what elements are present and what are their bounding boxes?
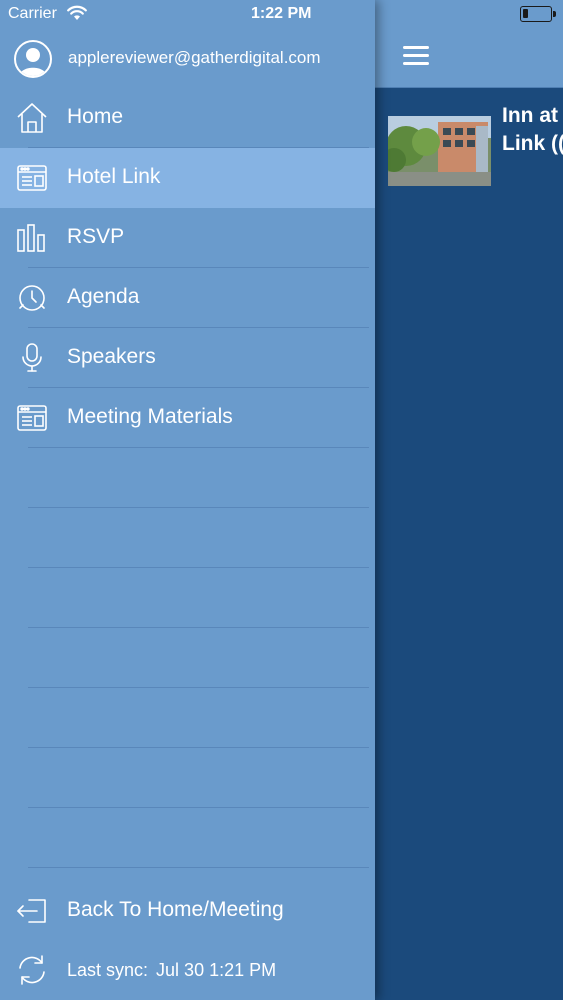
empty-row bbox=[0, 448, 375, 508]
empty-row bbox=[0, 748, 375, 808]
back-to-home-label: Back To Home/Meeting bbox=[67, 898, 284, 921]
browser-window-icon bbox=[15, 162, 49, 194]
back-to-home-button[interactable]: Back To Home/Meeting bbox=[0, 882, 375, 940]
empty-row bbox=[0, 808, 375, 868]
empty-row bbox=[0, 688, 375, 748]
sync-icon bbox=[15, 953, 49, 987]
nav-label-speakers: Speakers bbox=[67, 345, 156, 368]
empty-row bbox=[0, 508, 375, 568]
hotel-thumbnail bbox=[388, 116, 491, 186]
alarm-clock-icon bbox=[15, 282, 49, 314]
bar-chart-icon bbox=[15, 222, 49, 254]
empty-row bbox=[0, 568, 375, 628]
microphone-icon bbox=[15, 342, 49, 374]
account-email: applereviewer@gatherdigital.com bbox=[68, 48, 321, 67]
nav-label-home: Home bbox=[67, 105, 124, 128]
hamburger-menu-icon[interactable] bbox=[403, 46, 429, 68]
last-sync-label: Last sync: Jul 30 1:21 PM bbox=[67, 960, 277, 980]
empty-row bbox=[0, 628, 375, 688]
carrier-label: Carrier bbox=[8, 5, 57, 22]
clock: 1:22 PM bbox=[251, 5, 312, 22]
nav-item-speakers[interactable]: Speakers bbox=[0, 328, 375, 388]
side-drawer: applereviewer@gatherdigital.com Home Hot… bbox=[0, 0, 375, 1000]
nav-label-hotel-link: Hotel Link bbox=[67, 165, 161, 188]
status-bar: Carrier 1:22 PM bbox=[0, 0, 563, 30]
battery-icon bbox=[520, 6, 556, 22]
last-sync-time: Jul 30 1:21 PM bbox=[156, 960, 277, 980]
account-header[interactable]: applereviewer@gatherdigital.com bbox=[0, 30, 375, 88]
exit-arrow-icon bbox=[15, 894, 49, 928]
avatar-icon bbox=[14, 40, 52, 78]
hotel-card[interactable]: Inn at Link (( bbox=[388, 104, 563, 188]
drawer-nav: Home Hotel Link RSVP Agenda Speakers Mee… bbox=[0, 88, 375, 868]
main-content: Inn at Link (( bbox=[375, 0, 563, 1000]
wifi-icon bbox=[67, 5, 87, 26]
nav-label-agenda: Agenda bbox=[67, 285, 140, 308]
nav-item-agenda[interactable]: Agenda bbox=[0, 268, 375, 328]
nav-label-meeting-materials: Meeting Materials bbox=[67, 405, 233, 428]
home-icon bbox=[15, 102, 49, 134]
nav-item-meeting-materials[interactable]: Meeting Materials bbox=[0, 388, 375, 448]
hotel-title: Inn at Link (( bbox=[502, 104, 563, 155]
nav-label-rsvp: RSVP bbox=[67, 225, 125, 248]
sync-button[interactable]: Last sync: Jul 30 1:21 PM bbox=[0, 941, 375, 999]
nav-item-home[interactable]: Home bbox=[0, 88, 375, 148]
browser-window-icon bbox=[15, 402, 49, 434]
nav-item-rsvp[interactable]: RSVP bbox=[0, 208, 375, 268]
nav-item-hotel-link[interactable]: Hotel Link bbox=[0, 148, 375, 208]
